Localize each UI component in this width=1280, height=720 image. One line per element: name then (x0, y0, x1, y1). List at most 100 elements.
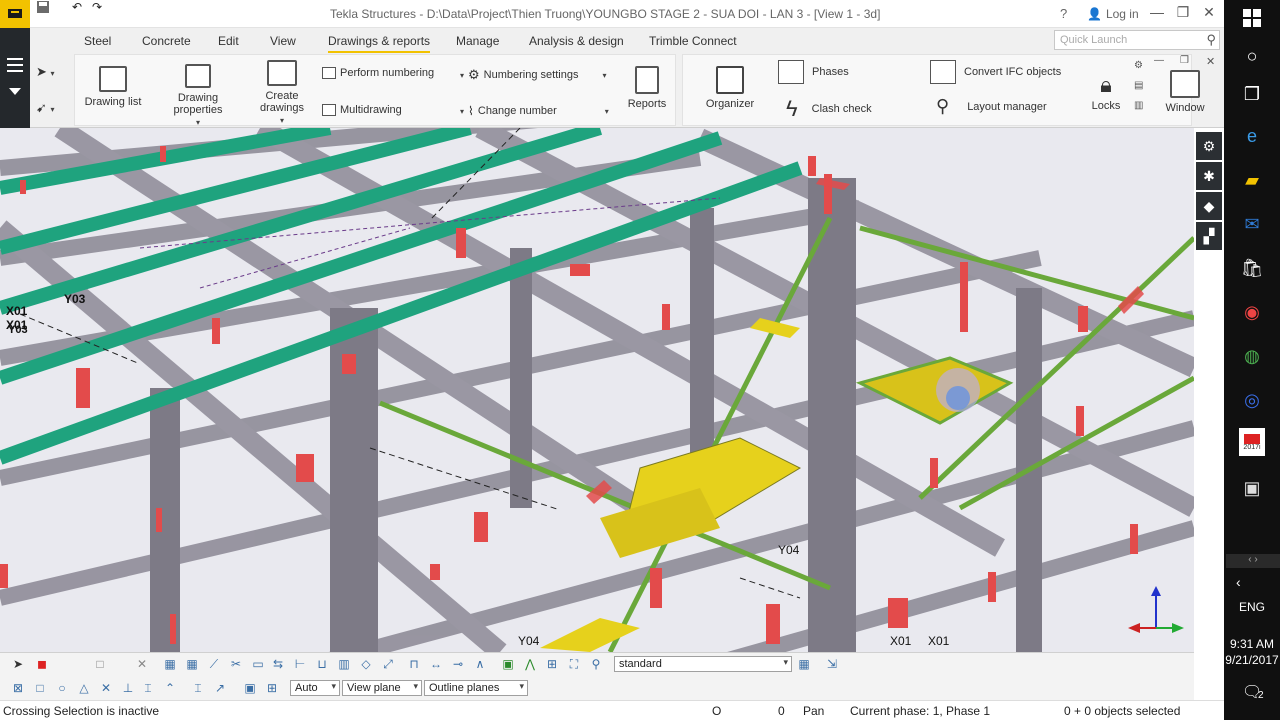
select-cross-icon[interactable]: ✕ (98, 680, 114, 696)
tab-manage[interactable]: Manage (456, 34, 499, 48)
snap-box-icon[interactable]: ▭ (250, 656, 266, 672)
redo-icon[interactable]: ↷ (92, 0, 102, 14)
snap-tag-icon[interactable]: ⋀ (522, 656, 538, 672)
close-button[interactable]: ✕ (1198, 4, 1220, 24)
layout-manager-button[interactable]: ⚲ Layout manager (936, 96, 1047, 117)
snap-ref-icon[interactable]: ▥ (336, 656, 352, 672)
view-filter-icon[interactable]: ⇲ (824, 656, 840, 672)
numbering-settings-button[interactable]: ▾ ⚙ Numbering settings ▾ (460, 67, 606, 83)
applications-icon[interactable]: ▞ (1196, 222, 1222, 250)
task-view-icon[interactable]: ❐ (1236, 78, 1268, 110)
snap-nearest-icon[interactable]: ⊸ (450, 656, 466, 672)
app-green-icon[interactable]: ◍ (1236, 340, 1268, 372)
side-mini-icons[interactable]: ⚙ ▤ ▥ (1134, 56, 1143, 116)
settings-icon[interactable]: ✱ (1196, 162, 1222, 190)
undo-icon[interactable]: ↶ (72, 0, 82, 14)
app-logo[interactable] (0, 0, 30, 28)
select-weld-icon[interactable]: ⌶ (140, 680, 156, 696)
locks-button[interactable]: 🔒︎ Locks (1088, 72, 1124, 112)
reports-button[interactable]: Reports (624, 66, 670, 110)
select-all-icon[interactable]: ⊠ (10, 680, 26, 696)
store-icon[interactable]: 🛍︎ (1236, 252, 1268, 284)
drawing-list-button[interactable]: Drawing list (80, 66, 146, 108)
snap-center-icon[interactable]: ⊞ (544, 656, 560, 672)
status-ortho[interactable]: O (712, 704, 721, 718)
tab-concrete[interactable]: Concrete (142, 34, 191, 48)
snap-depth-select[interactable]: Auto ▾ (290, 680, 340, 696)
select-parts-icon[interactable]: □ (32, 680, 48, 696)
drawing-properties-button[interactable]: Drawing properties ▾ (164, 64, 232, 128)
app-blue-icon[interactable]: ◎ (1236, 384, 1268, 416)
select-circle-icon[interactable]: ○ (54, 680, 70, 696)
create-drawings-button[interactable]: Create drawings ▾ (252, 60, 312, 126)
tab-edit[interactable]: Edit (218, 34, 239, 48)
properties-icon[interactable]: ⚙ (1196, 132, 1222, 160)
help-button[interactable]: ? (1060, 6, 1067, 21)
phases-button[interactable]: Phases (778, 60, 849, 84)
ribbon-close-icon[interactable]: ✕ (1206, 55, 1215, 68)
tab-view[interactable]: View (270, 34, 296, 48)
snap-line-icon[interactable]: ⟋ (206, 656, 222, 672)
select-bolt-icon[interactable]: ⊥ (120, 680, 136, 696)
login-button[interactable]: 👤 Log in (1087, 7, 1139, 21)
snap-free-icon[interactable]: ⊓ (406, 656, 422, 672)
clear-icon[interactable]: ✕ (134, 656, 150, 672)
windows-start-icon[interactable] (1236, 2, 1268, 34)
perform-numbering-button[interactable]: Perform numbering (322, 67, 434, 79)
convert-ifc-button[interactable]: Convert IFC objects (930, 60, 1061, 84)
snap-plane-icon[interactable]: ◇ (358, 656, 374, 672)
select-component-icon[interactable]: ▣ (242, 680, 258, 696)
rectangle-select-icon[interactable]: □ (92, 656, 108, 672)
clash-check-button[interactable]: ϟ Clash check (786, 96, 872, 122)
outline-planes-select[interactable]: Outline planes ▾ (424, 680, 528, 696)
minimize-button[interactable]: — (1146, 4, 1168, 24)
organizer-button[interactable]: Organizer (700, 66, 760, 110)
outlook-icon[interactable]: ✉ (1236, 208, 1268, 240)
catalog-icon[interactable]: ◆ (1196, 192, 1222, 220)
snap-perp-icon[interactable]: ⊔ (314, 656, 330, 672)
file-menu-panel[interactable] (0, 28, 30, 128)
snap-extension-icon[interactable]: ↔ (428, 656, 444, 672)
filter-options-icon[interactable]: ▦ (796, 656, 812, 672)
tekla-taskbar-icon[interactable]: 2017i (1239, 428, 1265, 456)
select-triangle-icon[interactable]: △ (76, 680, 92, 696)
window-button[interactable]: Window (1160, 70, 1210, 114)
multidrawing-button[interactable]: Multidrawing (322, 104, 402, 116)
quick-launch-input[interactable]: Quick Launch ⚲ (1054, 30, 1220, 50)
plane-select[interactable]: View plane ▾ (342, 680, 422, 696)
language-indicator[interactable]: ENG (1224, 600, 1280, 614)
save-icon[interactable] (36, 0, 50, 17)
select-pointer-icon[interactable]: ➤ (10, 656, 26, 672)
zoom-icon[interactable]: ⚲ (588, 656, 604, 672)
show-hidden-icons[interactable]: ‹ (1236, 574, 1241, 590)
select-tool-icon[interactable]: ➤ ▾ (36, 64, 55, 80)
selection-filter-icon[interactable]: ◼ (34, 656, 50, 672)
tab-trimble-connect[interactable]: Trimble Connect (649, 34, 737, 48)
snap-mid-icon[interactable]: ⇆ (270, 656, 286, 672)
snap-override-icon[interactable]: ▣ (500, 656, 516, 672)
ribbon-minimize-icon[interactable]: — (1154, 55, 1164, 66)
model-view-3d[interactable]: X01 Y03 X01 Y03 Y04 Y04 X01 X01 (0, 128, 1194, 652)
select-assembly-icon[interactable]: ⌶ (190, 680, 206, 696)
taskbar-scroll[interactable]: ‹ › (1226, 554, 1280, 568)
ribbon-restore-icon[interactable]: ❐ (1180, 55, 1189, 66)
snap-points-icon[interactable]: ▦ (184, 656, 200, 672)
select-rebar-icon[interactable]: ⌃ (162, 680, 178, 696)
snap-angle-icon[interactable]: ∧ (472, 656, 488, 672)
snap-intersect-icon[interactable]: ✂ (228, 656, 244, 672)
status-phase[interactable]: Current phase: 1, Phase 1 (850, 704, 990, 718)
tab-analysis-design[interactable]: Analysis & design (529, 34, 624, 48)
smart-select-icon[interactable]: ➹ ▾ (36, 100, 55, 116)
snap-end-icon[interactable]: ⊢ (292, 656, 308, 672)
maximize-button[interactable]: ❐ (1172, 4, 1194, 24)
system-clock[interactable]: 9:31 AM 9/21/2017 (1224, 636, 1280, 668)
select-point-icon[interactable]: ↗ (212, 680, 228, 696)
tab-drawings-reports[interactable]: Drawings & reports (328, 34, 431, 53)
snap-focus-icon[interactable]: ⛶ (566, 656, 582, 672)
edge-icon[interactable]: e (1236, 120, 1268, 152)
view-filter-select[interactable]: standard ▾ (614, 656, 792, 672)
chrome-icon[interactable]: ◉ (1236, 296, 1268, 328)
snap-arc-icon[interactable]: ⤢ (380, 656, 396, 672)
cortana-icon[interactable]: ○ (1236, 40, 1268, 72)
change-number-button[interactable]: ▾ ⌇ Change number ▾ (460, 104, 609, 118)
